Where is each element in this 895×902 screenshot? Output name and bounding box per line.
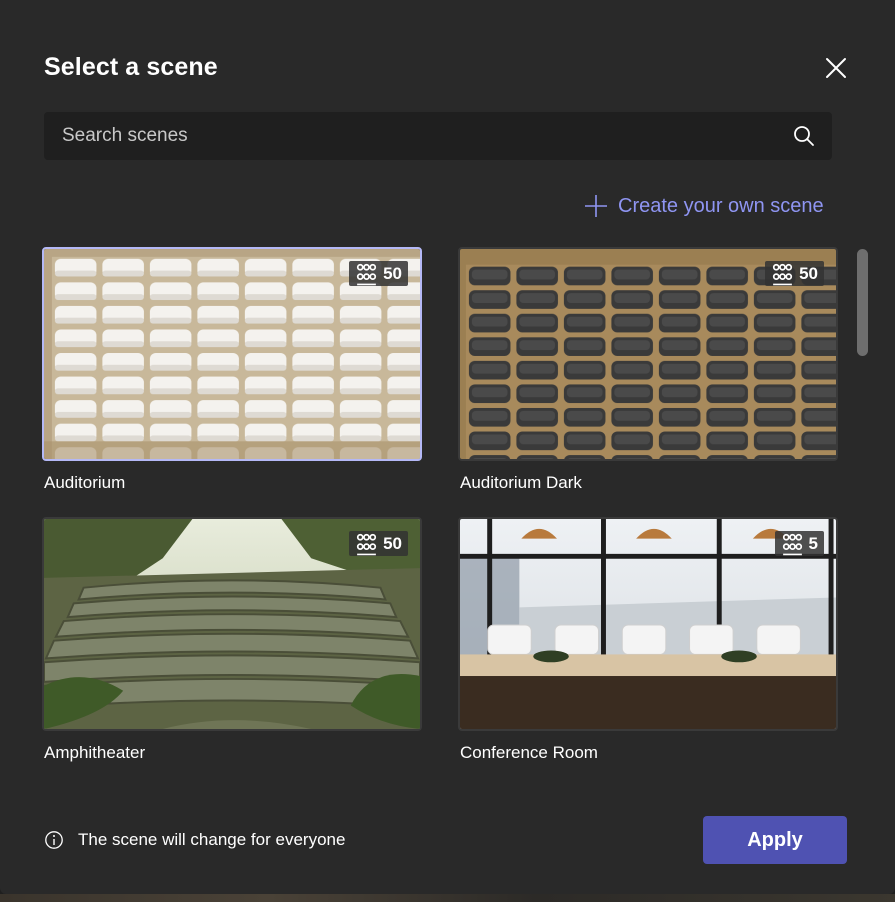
scene-dialog: Select a scene Create your own scene (0, 0, 895, 894)
scene-tile-amphitheater[interactable]: 50 Amphitheater (42, 517, 422, 762)
search-box (44, 112, 832, 160)
capacity-count: 5 (808, 533, 818, 553)
scene-thumbnail: 50 (458, 247, 838, 461)
scene-thumbnail: 5 (458, 517, 838, 731)
search-icon[interactable] (792, 124, 816, 148)
background-strip (0, 894, 895, 902)
plus-icon (585, 195, 607, 217)
scene-tile-auditorium-dark[interactable]: 50 Auditorium Dark (458, 247, 838, 492)
info-text: The scene will change for everyone (78, 830, 346, 849)
search-input[interactable] (44, 112, 784, 160)
close-button[interactable] (822, 54, 850, 82)
capacity-badge: 50 (349, 261, 408, 286)
scene-tile-conference-room[interactable]: 5 Conference Room (458, 517, 838, 762)
scene-tile-auditorium[interactable]: 50 Auditorium (42, 247, 422, 492)
people-icon (356, 533, 377, 556)
footer-info: The scene will change for everyone (44, 828, 345, 852)
create-scene-link[interactable]: Create your own scene (584, 192, 824, 220)
scrollbar-thumb[interactable] (857, 249, 868, 356)
scene-name: Amphitheater (44, 743, 146, 762)
close-icon (826, 58, 846, 78)
people-icon (782, 533, 802, 556)
dialog-title: Select a scene (44, 53, 218, 81)
capacity-badge: 50 (765, 261, 824, 286)
scene-thumbnail: 50 (42, 247, 422, 461)
capacity-count: 50 (383, 263, 402, 283)
create-scene-label: Create your own scene (618, 194, 824, 217)
info-icon (45, 831, 63, 849)
scene-name: Auditorium Dark (460, 473, 582, 492)
capacity-count: 50 (799, 263, 818, 283)
people-icon (772, 263, 793, 286)
capacity-count: 50 (383, 533, 402, 553)
capacity-badge: 50 (349, 531, 408, 556)
scene-name: Auditorium (44, 473, 126, 492)
scene-thumbnail: 50 (42, 517, 422, 731)
people-icon (356, 263, 377, 286)
capacity-badge: 5 (774, 531, 824, 556)
scene-name: Conference Room (460, 743, 598, 762)
apply-button[interactable]: Apply (703, 816, 847, 864)
